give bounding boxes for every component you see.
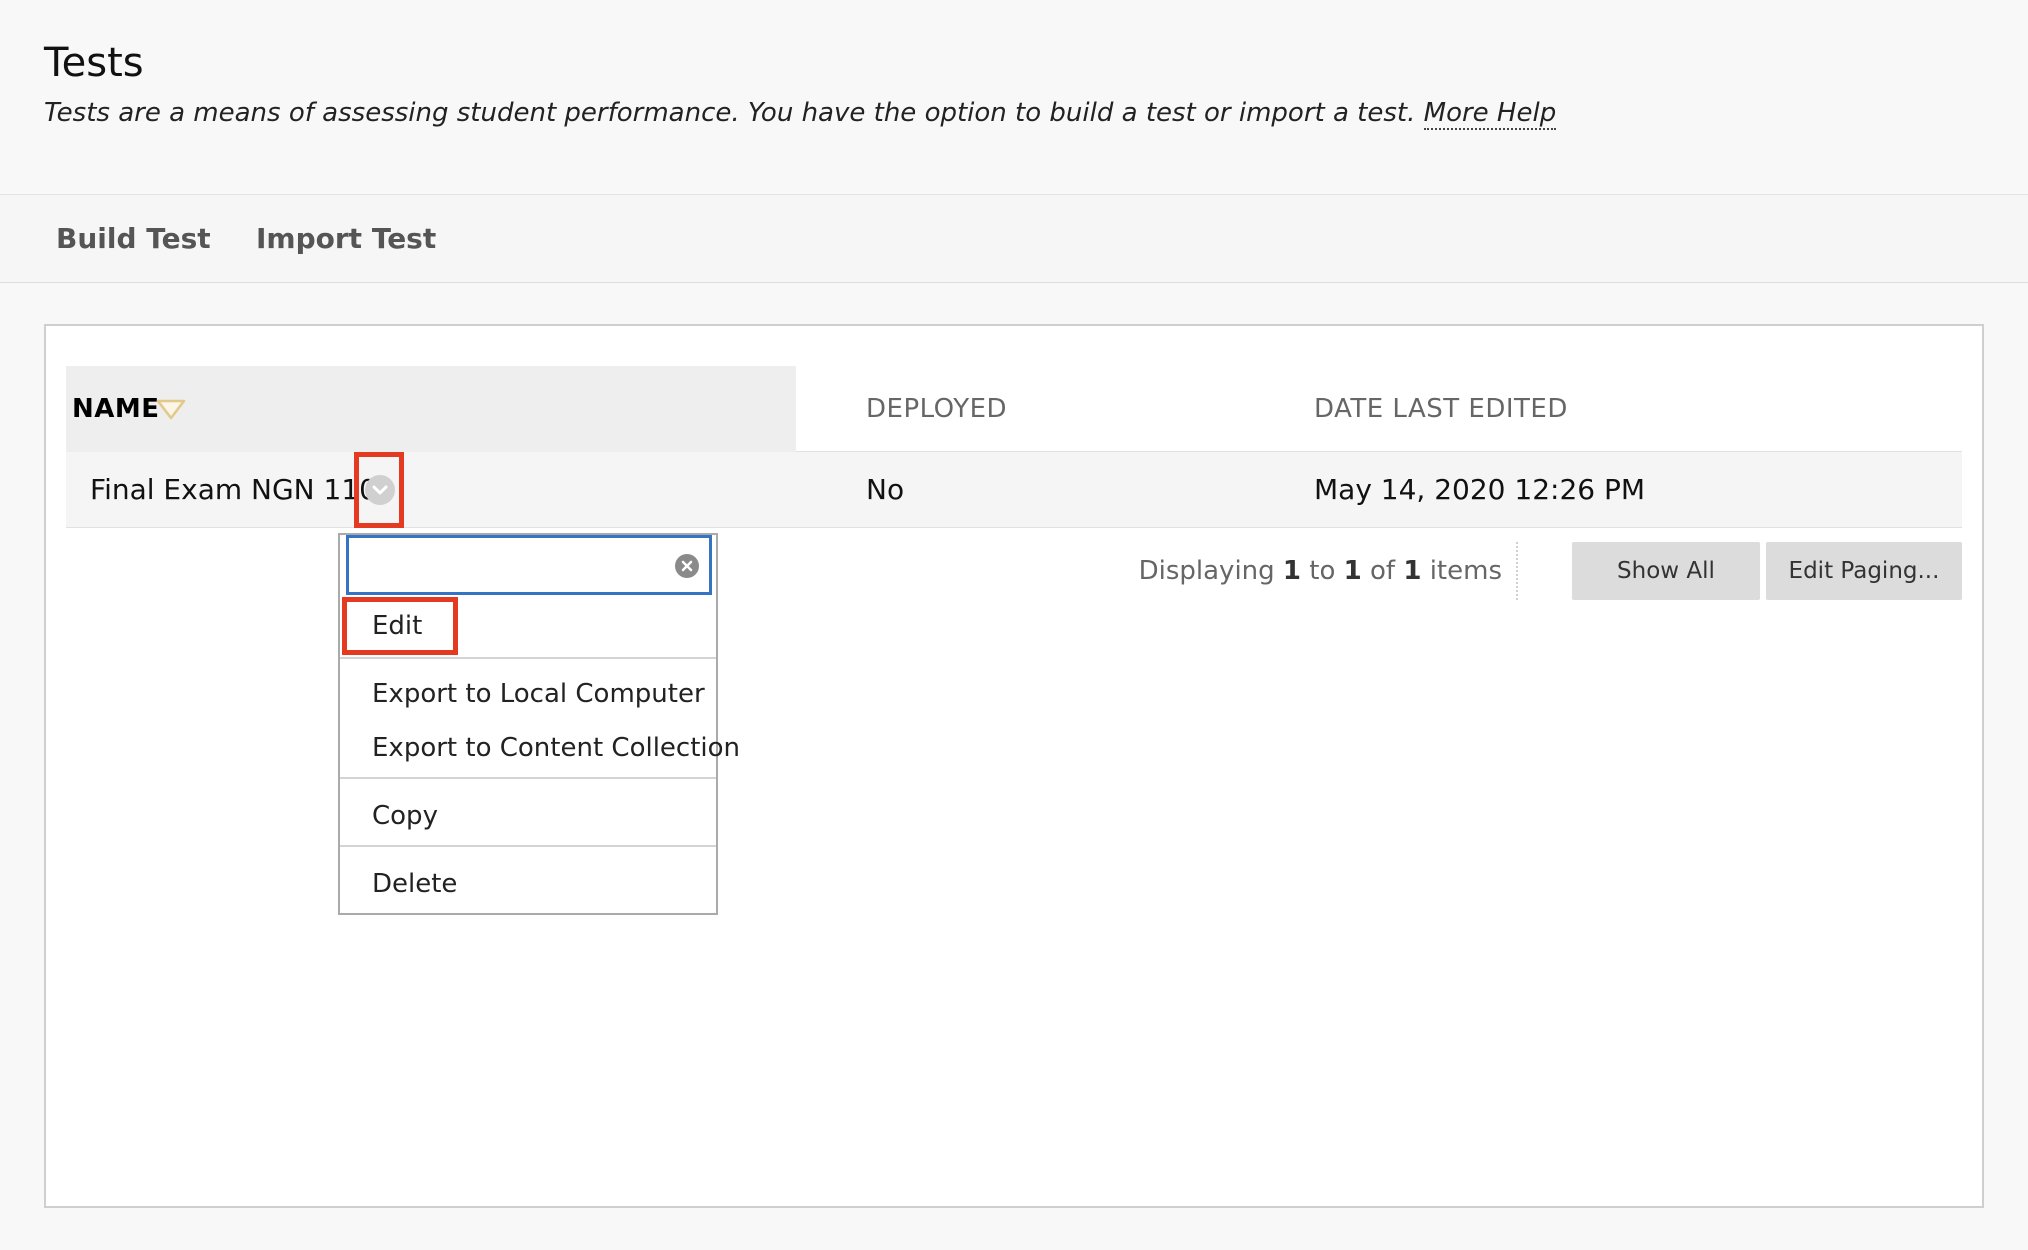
paging-total: 1 xyxy=(1403,556,1422,586)
date-edited-column-header[interactable]: DATE LAST EDITED xyxy=(1314,366,1568,452)
action-bar: Build Test Import Test xyxy=(0,195,2028,283)
menu-item-edit[interactable]: Edit xyxy=(340,601,716,651)
paging-to-word: to xyxy=(1309,556,1336,586)
table-row: Final Exam NGN 110 No May 14, 2020 12:26… xyxy=(66,452,1962,528)
paging-suffix: items xyxy=(1429,556,1502,586)
date-edited-value: May 14, 2020 12:26 PM xyxy=(1314,473,1646,506)
paging-status: Displaying 1 to 1 of 1 items xyxy=(1139,542,1518,600)
paging-prefix: Displaying xyxy=(1138,556,1275,586)
item-options-button[interactable] xyxy=(354,452,404,528)
paging-from: 1 xyxy=(1282,556,1302,586)
page-title: Tests xyxy=(44,40,144,86)
menu-search-input[interactable] xyxy=(357,546,657,584)
paging-bar: Displaying 1 to 1 of 1 items Show All Ed… xyxy=(762,542,1962,600)
menu-item-copy[interactable]: Copy xyxy=(340,791,716,841)
paging-to: 1 xyxy=(1343,556,1362,586)
menu-divider xyxy=(340,657,716,659)
import-test-button[interactable]: Import Test xyxy=(256,195,436,283)
menu-search-box xyxy=(346,535,712,595)
item-context-menu: Edit Export to Local Computer Export to … xyxy=(338,533,740,915)
deployed-value: No xyxy=(866,473,905,506)
edit-paging-button[interactable]: Edit Paging... xyxy=(1766,542,1962,600)
clear-search-icon[interactable] xyxy=(675,554,699,578)
page-header: Tests Tests are a means of assessing stu… xyxy=(0,0,2028,195)
test-name[interactable]: Final Exam NGN 110 xyxy=(90,452,377,528)
name-column-header[interactable]: NAME xyxy=(66,366,796,452)
page-description-text: Tests are a means of assessing student p… xyxy=(44,98,1416,128)
menu-item-export-local[interactable]: Export to Local Computer xyxy=(340,669,716,719)
paging-of-word: of xyxy=(1370,556,1396,586)
menu-divider xyxy=(340,777,716,779)
deployed-column-header[interactable]: DEPLOYED xyxy=(866,366,1007,452)
show-all-button[interactable]: Show All xyxy=(1572,542,1760,600)
tests-list-container: NAME DEPLOYED DATE LAST EDITED Final Exa… xyxy=(44,324,1984,1208)
table-header: NAME DEPLOYED DATE LAST EDITED xyxy=(66,366,1962,452)
name-column-label: NAME xyxy=(72,394,160,424)
build-test-button[interactable]: Build Test xyxy=(56,195,211,283)
menu-item-delete[interactable]: Delete xyxy=(340,859,716,909)
more-help-link[interactable]: More Help xyxy=(1423,98,1557,130)
sort-descending-icon[interactable] xyxy=(156,396,186,424)
chevron-down-icon xyxy=(365,475,395,505)
page-description: Tests are a means of assessing student p… xyxy=(44,98,1557,130)
menu-divider xyxy=(340,845,716,847)
menu-item-export-collection[interactable]: Export to Content Collection xyxy=(340,723,740,773)
